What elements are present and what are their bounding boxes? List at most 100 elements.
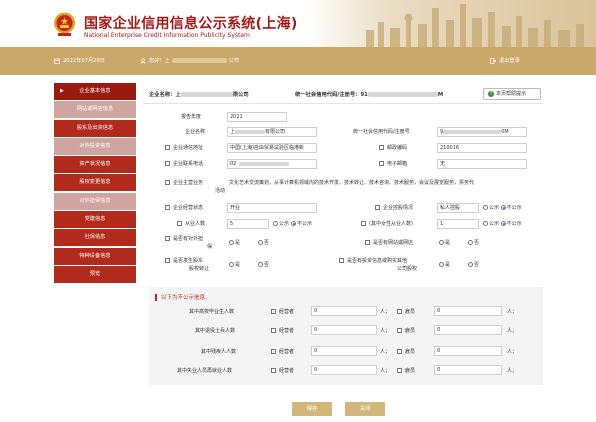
- employees-notpublic-radio[interactable]: [291, 221, 297, 226]
- user-icon: [140, 57, 146, 64]
- guarantee-no-radio[interactable]: [258, 240, 264, 245]
- employees-checkbox[interactable]: [177, 221, 182, 226]
- graduates-operator-field[interactable]: 0: [311, 306, 377, 316]
- guarantee-checkbox[interactable]: [165, 236, 170, 241]
- female-notpublic-radio[interactable]: [500, 221, 506, 226]
- sidebar-item-investment[interactable]: 对外投资信息: [54, 137, 136, 155]
- address-field[interactable]: 中国(上海)自由贸易试验区临港新: [227, 143, 317, 153]
- website-no-radio[interactable]: [468, 240, 474, 245]
- disabled-operator-field[interactable]: 0: [311, 346, 377, 356]
- close-button[interactable]: 关闭: [345, 402, 385, 416]
- email-label-text: 电子邮箱: [387, 161, 408, 167]
- sidebar-item-guarantee[interactable]: 对外担保信息: [54, 192, 136, 210]
- address-label-text: 企业通信地址: [173, 145, 204, 151]
- graduates-employee: 雇员: [397, 308, 415, 315]
- disabled-operator-checkbox[interactable]: [271, 349, 276, 354]
- veterans-employee-checkbox[interactable]: [397, 328, 402, 333]
- sidebar-item-shareholders[interactable]: 股东及出资信息: [54, 119, 136, 137]
- veterans-employee-field[interactable]: 0: [434, 325, 502, 335]
- employees-visibility: 公示 不公示: [273, 220, 312, 227]
- sidebar-item-social-security[interactable]: 社保信息: [54, 229, 136, 247]
- website-checkbox[interactable]: [365, 240, 370, 245]
- postal-checkbox[interactable]: [379, 145, 384, 150]
- sidebar-item-website[interactable]: 网站或网店信息: [54, 101, 136, 119]
- public-label: 公示: [489, 221, 500, 227]
- unit-label: 人；: [380, 328, 391, 334]
- investment-checkbox[interactable]: [339, 258, 344, 263]
- sidebar-item-basic-info[interactable]: ▶ 企业基本信息: [54, 83, 136, 100]
- holding-field[interactable]: 私人控股: [437, 203, 479, 213]
- sidebar-item-party[interactable]: 党建信息: [54, 211, 136, 229]
- guarantee-label-text: 是否有对外担: [173, 236, 204, 242]
- company-name-prefix: 企业名称：上: [149, 92, 181, 98]
- business-checkbox[interactable]: [165, 180, 170, 185]
- unit-label: 人；: [507, 368, 518, 374]
- employees-public-radio[interactable]: [273, 221, 278, 226]
- email-checkbox[interactable]: [379, 161, 384, 166]
- reemployed-operator-checkbox[interactable]: [271, 368, 276, 373]
- unit-label: 人；: [380, 309, 391, 315]
- postal-field[interactable]: 210016: [437, 143, 527, 153]
- not-public-section: 以下为不公示信息 其中高校毕业生人数 经营者 0 人； 雇员 0 人； 其中退役…: [149, 287, 543, 385]
- sidebar-item-label: 对外投资信息: [79, 142, 111, 149]
- employees-field[interactable]: 5: [227, 219, 269, 229]
- email-field[interactable]: 无: [437, 159, 527, 169]
- graduates-employee-field[interactable]: 0: [434, 306, 502, 316]
- investment-yes-radio[interactable]: [439, 262, 444, 267]
- phone-field[interactable]: 02: [227, 159, 317, 169]
- graduates-employee-checkbox[interactable]: [397, 309, 402, 314]
- holding-notpublic-radio[interactable]: [500, 205, 506, 210]
- holding-visibility: 公示 不公示: [483, 204, 522, 211]
- disabled-employee-field[interactable]: 0: [434, 346, 502, 356]
- not-public-title-text: 以下为不公示信息: [161, 295, 206, 301]
- company-name-field[interactable]: 上有限公司: [227, 127, 317, 137]
- reemployed-operator-field[interactable]: 0: [311, 365, 377, 375]
- help-label: 本页帮助提示: [496, 91, 527, 97]
- guarantee-yes-radio[interactable]: [229, 240, 234, 245]
- logout-button[interactable]: 退出登录: [490, 57, 520, 64]
- investment-no-radio[interactable]: [468, 262, 474, 267]
- sidebar-item-equity-change[interactable]: 股权变更信息: [54, 174, 136, 192]
- operator-label: 经营者: [279, 368, 295, 374]
- sidebar-item-assets[interactable]: 资产状况信息: [54, 156, 136, 174]
- holding-public-radio[interactable]: [483, 205, 488, 210]
- reemployed-employee-field[interactable]: 0: [434, 365, 502, 375]
- reemployed-employee-checkbox[interactable]: [397, 368, 402, 373]
- report-year-field[interactable]: 2021: [227, 112, 287, 122]
- female-checkbox[interactable]: [361, 221, 366, 226]
- female-field[interactable]: 1: [437, 219, 479, 229]
- no-label: 否: [474, 262, 480, 268]
- logout-icon: [490, 57, 496, 64]
- yes-label: 是: [445, 240, 451, 246]
- phone-checkbox[interactable]: [165, 161, 170, 166]
- guarantee-label: 是否有对外担: [165, 235, 203, 242]
- graduates-operator-checkbox[interactable]: [271, 309, 276, 314]
- equity-transfer-options: 是否: [229, 261, 269, 268]
- business-label-line2: 活动: [215, 188, 226, 194]
- help-button[interactable]: ? 本页帮助提示: [483, 88, 541, 100]
- uscc-field[interactable]: 9 0M: [437, 127, 527, 137]
- veterans-operator-field[interactable]: 0: [311, 325, 377, 335]
- business-field[interactable]: 文化艺术交流策划，从事计算机领域内的技术开发、技术转让、技术咨询、技术服务，会议…: [227, 179, 535, 189]
- sidebar-item-preview[interactable]: 预览: [54, 265, 136, 283]
- uscc-value-b: 0M: [501, 129, 509, 135]
- company-name-label: 企业名称: [185, 129, 206, 135]
- status-checkbox[interactable]: [165, 205, 170, 210]
- equity-no-radio[interactable]: [258, 262, 264, 267]
- save-button[interactable]: 保存: [292, 402, 332, 416]
- holding-label: 企业控股情况: [375, 204, 413, 211]
- disabled-employee-checkbox[interactable]: [397, 349, 402, 354]
- status-field[interactable]: 开业: [227, 203, 317, 213]
- uscc-label: 统一社会信用代码/注册号: [353, 129, 410, 135]
- date-display: 2022年07月28日: [54, 57, 105, 64]
- sidebar-item-special-equipment[interactable]: 特种设备信息: [54, 247, 136, 265]
- female-public-radio[interactable]: [483, 221, 488, 226]
- status-label-text: 企业经营状态: [173, 205, 204, 211]
- guarantee-options: 是否: [229, 239, 269, 246]
- equity-transfer-checkbox[interactable]: [165, 258, 170, 263]
- address-checkbox[interactable]: [165, 145, 170, 150]
- equity-yes-radio[interactable]: [229, 262, 234, 267]
- website-yes-radio[interactable]: [439, 240, 444, 245]
- holding-checkbox[interactable]: [375, 205, 380, 210]
- veterans-operator-checkbox[interactable]: [271, 328, 276, 333]
